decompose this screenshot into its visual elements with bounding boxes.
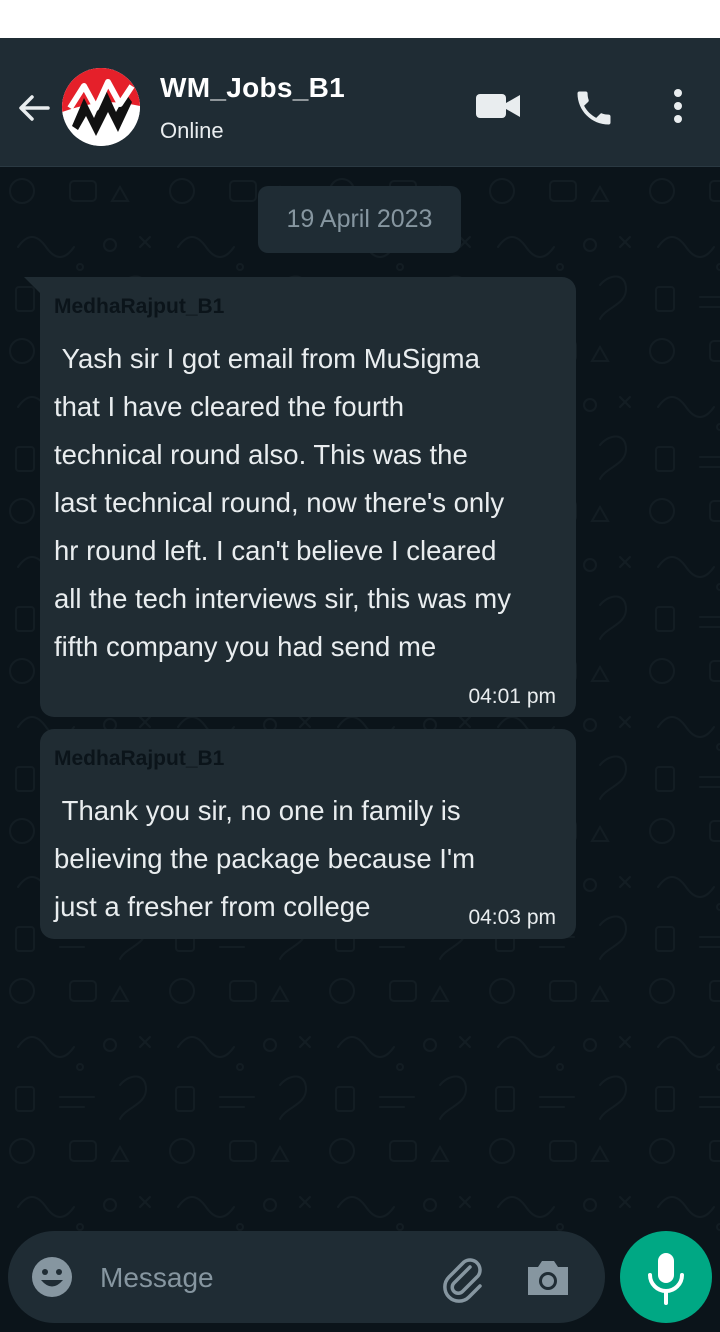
attach-button[interactable] [440,1255,488,1303]
message-text: Yash sir I got email from MuSigma that I… [54,343,511,662]
emoji-button[interactable] [30,1255,74,1299]
message-time: 04:01 pm [468,685,556,708]
voice-call-icon [577,91,611,125]
more-vert-icon [674,89,682,123]
voice-call-button[interactable] [572,86,616,126]
camera-icon [528,1261,568,1295]
chat-area[interactable]: 19 April 2023 MedhaRajput_B1 Yash sir I … [0,167,720,1232]
message-sender[interactable]: MedhaRajput_B1 [54,747,224,771]
video-call-icon [476,94,520,118]
voice-message-button[interactable] [620,1231,712,1323]
message-bubble[interactable]: MedhaRajput_B1 Yash sir I got email from… [24,277,576,717]
attach-icon [443,1258,482,1303]
chat-header: WM_Jobs_B1 Online [0,38,720,167]
message-sender[interactable]: MedhaRajput_B1 [54,295,224,319]
message-time: 04:03 pm [468,906,556,929]
camera-button[interactable] [524,1255,572,1299]
group-avatar[interactable] [62,68,140,146]
mic-icon [648,1253,684,1305]
back-button[interactable] [14,88,54,128]
more-options-button[interactable] [664,86,692,126]
message-input[interactable] [98,1253,422,1303]
emoji-icon [32,1257,72,1297]
back-arrow-icon [19,95,50,121]
chat-title[interactable]: WM_Jobs_B1 [160,72,345,104]
video-call-button[interactable] [474,86,522,126]
bubble-tail [24,277,40,293]
status-bar-strip [0,0,720,38]
chat-status: Online [160,118,224,143]
message-composer [8,1231,605,1323]
date-chip: 19 April 2023 [258,186,461,253]
message-bubble[interactable]: MedhaRajput_B1 Thank you sir, no one in … [40,729,576,939]
group-logo-icon [62,68,140,146]
